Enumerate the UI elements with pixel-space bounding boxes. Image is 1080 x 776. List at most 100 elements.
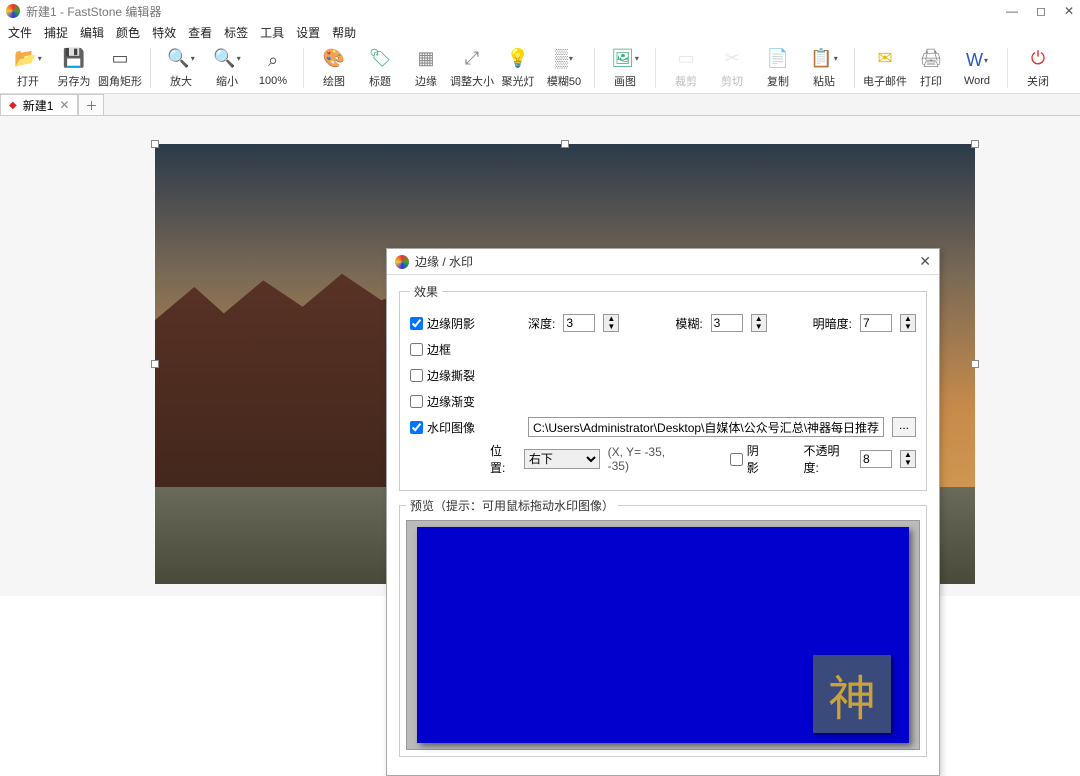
tool-roundrect[interactable]: ▭圆角矩形 — [100, 47, 140, 89]
window-title: 新建1 - FastStone 编辑器 — [26, 3, 1006, 20]
dialog-titlebar[interactable]: 边缘 / 水印 ✕ — [387, 249, 939, 275]
brightness-label: 明暗度: — [813, 315, 852, 332]
tool-word[interactable]: W▾Word — [957, 49, 997, 87]
opacity-label: 不透明度: — [803, 442, 852, 476]
resize-handle[interactable] — [971, 360, 979, 368]
brightness-spinner[interactable]: ▲▼ — [900, 314, 916, 332]
cut-icon: ✂ — [720, 47, 744, 71]
effects-group: 效果 边缘阴影 深度: ▲▼ 模糊: ▲▼ 明暗度: — [399, 283, 927, 491]
preview-legend: 预览（提示：可用鼠标拖动水印图像） — [406, 497, 618, 514]
tool-caption[interactable]: 🏷 标题 — [360, 47, 400, 89]
resize-label: 调整大小 — [450, 73, 494, 89]
depth-input[interactable] — [563, 314, 595, 332]
app-icon — [6, 4, 20, 18]
tab-close-icon[interactable]: ✕ — [59, 98, 69, 112]
new-tab-button[interactable]: ＋ — [78, 94, 104, 115]
tool-draw[interactable]: 🎨 绘图 — [314, 47, 354, 89]
tool-edge[interactable]: ▦边缘 — [406, 47, 446, 89]
toolbar-separator — [150, 48, 151, 88]
crop-icon: ▭ — [674, 47, 698, 71]
dialog-title: 边缘 / 水印 — [415, 253, 919, 270]
toolbar-separator — [854, 48, 855, 88]
canvas-area[interactable]: 边缘 / 水印 ✕ 效果 边缘阴影 深度: ▲▼ 模糊: — [0, 116, 1080, 596]
menu-编辑[interactable]: 编辑 — [80, 24, 104, 41]
tool-cut: ✂ 剪切 — [712, 47, 752, 89]
menu-文件[interactable]: 文件 — [8, 24, 32, 41]
menu-标签[interactable]: 标签 — [224, 24, 248, 41]
tool-spotlight[interactable]: 💡聚光灯 — [498, 47, 538, 89]
resize-handle[interactable] — [151, 360, 159, 368]
preview-area[interactable]: 神 — [406, 520, 920, 750]
toolbar-separator — [1007, 48, 1008, 88]
email-label: 电子邮件 — [863, 73, 907, 89]
tool-resize[interactable]: ⤢调整大小 — [452, 47, 492, 89]
menu-设置[interactable]: 设置 — [296, 24, 320, 41]
zoomout-label: 缩小 — [216, 73, 238, 89]
canvas-icon: 🖼▾ — [613, 47, 637, 71]
edge-fade-checkbox[interactable]: 边缘渐变 — [410, 393, 475, 410]
zoomin-label: 放大 — [170, 73, 192, 89]
browse-button[interactable]: ... — [892, 417, 916, 437]
tool-blur50[interactable]: ▒▾模糊50 — [544, 47, 584, 89]
close-icon: ⏻ — [1026, 47, 1050, 71]
blur-spinner[interactable]: ▲▼ — [751, 314, 767, 332]
blur50-icon: ▒▾ — [552, 47, 576, 71]
tool-zoom100[interactable]: ⌕100% — [253, 49, 293, 87]
tool-open[interactable]: 📂▾打开 — [8, 47, 48, 89]
preview-canvas: 神 — [417, 527, 909, 743]
menu-查看[interactable]: 查看 — [188, 24, 212, 41]
menu-捕捉[interactable]: 捕捉 — [44, 24, 68, 41]
menu-帮助[interactable]: 帮助 — [332, 24, 356, 41]
menu-特效[interactable]: 特效 — [152, 24, 176, 41]
document-tab[interactable]: ◆ 新建1 ✕ — [0, 94, 78, 115]
depth-spinner[interactable]: ▲▼ — [603, 314, 619, 332]
draw-label: 绘图 — [323, 73, 345, 89]
roundrect-label: 圆角矩形 — [98, 73, 142, 89]
watermark-image-checkbox[interactable]: 水印图像 — [410, 419, 520, 436]
edge-shadow-checkbox[interactable]: 边缘阴影 — [410, 315, 475, 332]
print-label: 打印 — [920, 73, 942, 89]
watermark-path-input[interactable] — [528, 417, 884, 437]
tool-print[interactable]: 🖨打印 — [911, 47, 951, 89]
saveas-icon: 💾 — [62, 47, 86, 71]
brightness-input[interactable] — [860, 314, 892, 332]
dialog-close-button[interactable]: ✕ — [919, 253, 931, 270]
tool-canvas[interactable]: 🖼▾画图 — [605, 47, 645, 89]
edge-label: 边缘 — [415, 73, 437, 89]
tool-zoomin[interactable]: 🔍▾放大 — [161, 47, 201, 89]
caption-icon: 🏷 — [368, 47, 392, 71]
opacity-input[interactable] — [860, 450, 892, 468]
maximize-button[interactable]: ◻ — [1036, 4, 1046, 18]
watermark-preview[interactable]: 神 — [813, 655, 891, 733]
minimize-button[interactable]: — — [1006, 4, 1018, 18]
blur-input[interactable] — [711, 314, 743, 332]
tool-saveas[interactable]: 💾另存为 — [54, 47, 94, 89]
draw-icon: 🎨 — [322, 47, 346, 71]
tool-copy[interactable]: 📄复制 — [758, 47, 798, 89]
word-label: Word — [964, 75, 990, 87]
tool-zoomout[interactable]: 🔍▾缩小 — [207, 47, 247, 89]
opacity-spinner[interactable]: ▲▼ — [900, 450, 916, 468]
tab-strip: ◆ 新建1 ✕ ＋ — [0, 94, 1080, 116]
menu-工具[interactable]: 工具 — [260, 24, 284, 41]
resize-handle[interactable] — [151, 140, 159, 148]
tool-email[interactable]: ✉电子邮件 — [865, 47, 905, 89]
border-checkbox[interactable]: 边框 — [410, 341, 451, 358]
blur-label: 模糊: — [675, 315, 702, 332]
edge-tear-checkbox[interactable]: 边缘撕裂 — [410, 367, 475, 384]
shadow-checkbox[interactable]: 阴影 — [730, 442, 769, 476]
resize-handle[interactable] — [561, 140, 569, 148]
cut-label: 剪切 — [721, 73, 743, 89]
toolbar-separator — [655, 48, 656, 88]
menubar: 文件捕捉编辑颜色特效查看标签工具设置帮助 — [0, 22, 1080, 42]
caption-label: 标题 — [369, 73, 391, 89]
tool-paste[interactable]: 📋▾粘贴 — [804, 47, 844, 89]
menu-颜色[interactable]: 颜色 — [116, 24, 140, 41]
depth-label: 深度: — [528, 315, 555, 332]
resize-handle[interactable] — [971, 140, 979, 148]
position-select[interactable]: 右下 — [524, 449, 600, 469]
tool-close[interactable]: ⏻关闭 — [1018, 47, 1058, 89]
crop-label: 裁剪 — [675, 73, 697, 89]
window-close-button[interactable]: ✕ — [1064, 4, 1074, 18]
zoom100-label: 100% — [259, 75, 287, 87]
